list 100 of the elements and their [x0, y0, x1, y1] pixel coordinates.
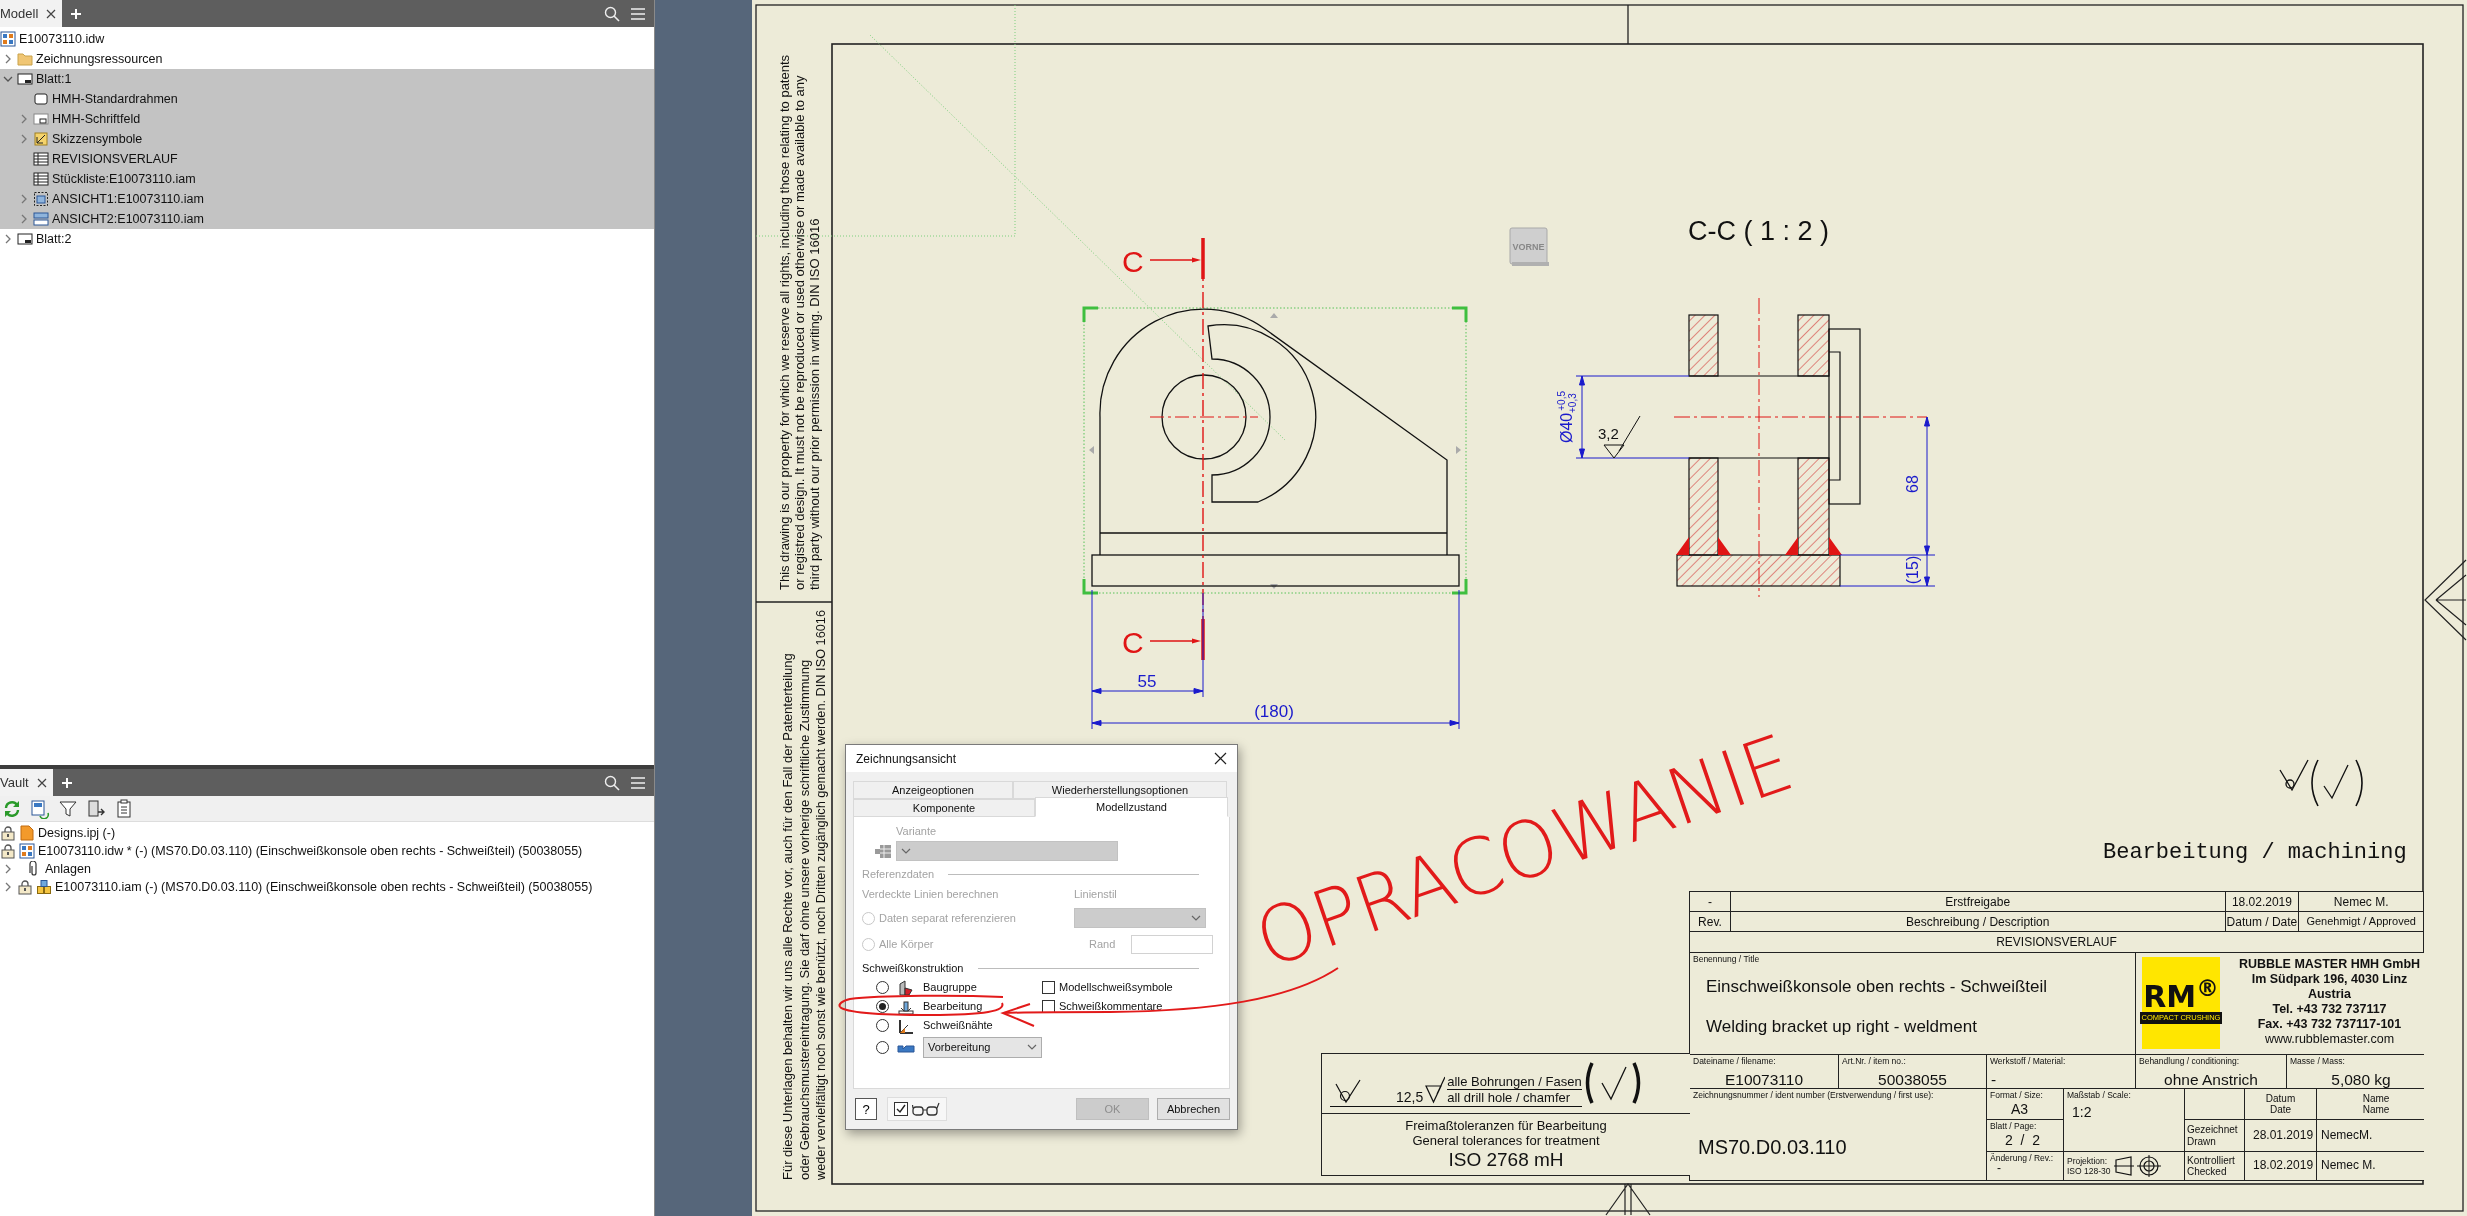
cancel-button[interactable]: Abbrechen [1157, 1098, 1230, 1120]
approval-date: 18.02.2019 [2245, 1152, 2316, 1180]
check-in-icon[interactable] [86, 798, 106, 819]
expand-chevron-icon[interactable] [19, 114, 29, 124]
tree-item[interactable]: Zeichnungsressourcen [0, 49, 654, 69]
search-icon[interactable] [604, 774, 620, 791]
tree-item-label: Skizzensymbole [52, 130, 143, 148]
surface-finish-icon [2279, 759, 2363, 807]
field-label: Behandlung / conditioning: [2138, 1055, 2241, 1068]
caret-icon [901, 848, 911, 854]
tree-item[interactable]: E10073110.idw [0, 29, 654, 49]
close-icon[interactable] [46, 8, 57, 19]
search-icon[interactable] [604, 5, 620, 22]
dimension-text: (15) [1904, 555, 1921, 585]
collapse-chevron-icon[interactable] [3, 74, 13, 84]
column-header: Datum Date [2245, 1089, 2316, 1119]
menu-icon[interactable] [630, 774, 646, 791]
tree-item[interactable]: Designs.ipj (-) [0, 824, 654, 842]
dialog-tab[interactable]: Anzeigeoptionen [853, 781, 1013, 799]
tree-item[interactable]: E10073110.idw * (-) (MS70.D0.03.110) (Einschweißkonsole oben rechts - Schweißteil) (50038055) [0, 842, 654, 860]
field-value: - [1997, 1165, 2001, 1173]
tree-item[interactable]: Blatt:1 [0, 69, 654, 89]
preview-button[interactable] [887, 1097, 947, 1121]
expand-chevron-icon[interactable] [3, 882, 13, 892]
centering-mark-icon [1605, 1182, 1651, 1216]
tree-item[interactable]: Stückliste:E10073110.iam [0, 169, 654, 189]
notice-text: oder Gebrauchsmustereintragung. Sie darf ohne unsere vorherige schriftliche Zustimmung [796, 659, 812, 1180]
field-value: - [1990, 1070, 1998, 1091]
frame-icon [33, 91, 49, 107]
add-icon[interactable] [60, 777, 73, 790]
field-label: Verdeckte Linien berechnen [862, 887, 1000, 903]
tree-item-label: E10073110.idw [19, 30, 105, 48]
clipboard-icon[interactable] [114, 798, 134, 819]
revision-date: 18.02.2019 [2225, 892, 2300, 911]
field-label: Format / Size: [1989, 1089, 2044, 1102]
field-label: Linienstil [1074, 887, 1117, 903]
sheet-icon [17, 71, 33, 87]
tree-item[interactable]: E10073110.iam (-) (MS70.D0.03.110) (Einschweißkonsole oben rechts - Schweißteil) (50038055) [0, 878, 654, 896]
expand-chevron-icon[interactable] [19, 194, 29, 204]
expand-chevron-icon[interactable] [19, 214, 29, 224]
sync-icon[interactable] [30, 798, 50, 819]
tolerance-standard: ISO 2768 mH [1448, 1148, 1564, 1172]
company-address: Austria [2306, 987, 2353, 1002]
centering-mark-icon [2424, 559, 2467, 641]
panel-tab[interactable]: Modell [0, 0, 63, 27]
panel-tab[interactable]: Vault [0, 769, 53, 796]
field-value: 50038055 [1877, 1070, 1948, 1091]
tree-item[interactable]: ANSICHT1:E10073110.iam [0, 189, 654, 209]
tree-item[interactable]: Anlagen [0, 860, 654, 878]
dialog-tab[interactable]: Wiederherstellungsoptionen [1013, 781, 1227, 799]
company-address: Im Südpark 196, 4030 Linz [2250, 972, 2409, 987]
expand-chevron-icon[interactable] [3, 864, 13, 874]
dialog-tab[interactable]: Komponente [853, 799, 1035, 817]
expand-chevron-icon[interactable] [3, 234, 13, 244]
help-button[interactable]: ? [855, 1098, 877, 1120]
tree-item[interactable]: HMH-Standardrahmen [0, 89, 654, 109]
tree-item[interactable]: Blatt:2 [0, 229, 654, 249]
filter-icon[interactable] [58, 798, 78, 819]
dimension-text: 68 [1904, 475, 1921, 493]
tree-item[interactable]: ANSICHT2:E10073110.iam [0, 209, 654, 229]
field-value: ohne Anstrich [2163, 1070, 2259, 1091]
refresh-icon[interactable] [2, 798, 22, 819]
tolerance-standard: Freimaßtoleranzen für Bearbeitung [1405, 1117, 1607, 1134]
weld-bead-icon [897, 1017, 915, 1034]
tree-item-label: REVISIONSVERLAUF [52, 150, 178, 168]
expand-chevron-icon[interactable] [19, 134, 29, 144]
field-value: 5,080 kg [2330, 1070, 2392, 1091]
add-icon[interactable] [70, 8, 83, 21]
dimension-text: (180) [1254, 702, 1294, 721]
dialog-tab[interactable]: Modellzustand [1035, 797, 1228, 817]
tree-item-label: Zeichnungsressourcen [36, 50, 163, 68]
revision-description: Erstfreigabe [1730, 892, 2226, 911]
notice-text: weder vervielfältigt noch sonst wie benützt, noch Dritten zugänglich gemacht werden. DIN ISO 16016 [813, 598, 828, 1180]
tree-item[interactable]: HMH-Schriftfeld [0, 109, 654, 129]
field-label: Blatt / Page: [1989, 1120, 2038, 1133]
tree-item-label: E10073110.idw * (-) (MS70.D0.03.110) (Einschweißkonsole oben rechts - Schweißteil) (50038055) [38, 842, 583, 860]
close-icon[interactable] [36, 777, 47, 788]
tolerance-note: alle Bohrungen / Fasen [1447, 1073, 1582, 1091]
approval-date: 28.01.2019 [2245, 1120, 2316, 1151]
company-address: Fax. +43 732 737117-101 [2256, 1017, 2403, 1032]
field-label: Masse / Mass: [2289, 1055, 2346, 1068]
close-icon [1214, 752, 1227, 765]
company-website: www.rubblemaster.com [2263, 1032, 2396, 1047]
sheet-icon [17, 231, 33, 247]
tree-item-label: Designs.ipj (-) [38, 824, 116, 842]
sketch-symbol-icon [33, 131, 49, 147]
tree-item-label: ANSICHT1:E10073110.iam [52, 190, 204, 208]
menu-icon[interactable] [630, 5, 646, 22]
tree-item-label: E10073110.iam (-) (MS70.D0.03.110) (Einschweißkonsole oben rechts - Schweißteil) (50038055) [55, 878, 593, 896]
expand-chevron-icon[interactable] [3, 54, 13, 64]
field-label: Rand [1089, 936, 1117, 952]
approval-role: Kontrolliert Checked [2185, 1152, 2244, 1180]
field-label: Maßstab / Scale: [2066, 1089, 2132, 1102]
option-label: Daten separat referenzieren [879, 910, 1016, 926]
tree-item[interactable]: Skizzensymbole [0, 129, 654, 149]
tree-item-label: ANSICHT2:E10073110.iam [52, 210, 204, 228]
field-value: E10073110 [1723, 1070, 1805, 1091]
tree-item[interactable]: REVISIONSVERLAUF [0, 149, 654, 169]
view-icon [33, 191, 49, 207]
table-icon [33, 151, 49, 167]
